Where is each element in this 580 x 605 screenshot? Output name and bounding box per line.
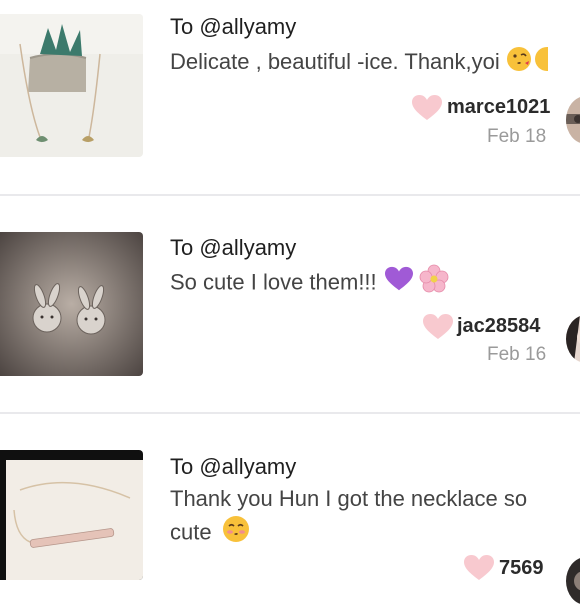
recipient-handle[interactable]: To @allyamy (170, 235, 296, 261)
recipient-handle[interactable]: To @allyamy (170, 14, 296, 40)
commenter-username[interactable]: jac28584 (457, 315, 540, 338)
commenter-username[interactable]: 7569 (499, 557, 544, 580)
kiss-face-icon (506, 46, 532, 81)
heart-icon[interactable] (464, 555, 494, 581)
comment-date: Feb 18 (487, 126, 547, 147)
product-thumbnail[interactable] (0, 14, 143, 157)
avatar[interactable] (566, 557, 580, 605)
smile-face-icon (534, 46, 559, 81)
comment-item: To @allyamy So cute I love them!!! jac28… (0, 196, 580, 414)
comment-text-line-2: cute (170, 515, 250, 552)
commenter-username[interactable]: marce1021 (447, 96, 550, 119)
comment-text: Delicate , beautiful -ice. Thank,yoi (170, 45, 559, 81)
heart-icon[interactable] (423, 314, 453, 340)
comment-text-line-1: Thank you Hun I got the necklace so (170, 486, 528, 511)
avatar[interactable] (566, 315, 580, 363)
kissing-face-icon (222, 515, 250, 552)
purple-heart-icon (384, 266, 413, 301)
comment-message-continued: cute (170, 519, 212, 545)
avatar[interactable] (566, 96, 580, 144)
comment-item: To @allyamy Thank you Hun I got the neck… (0, 414, 580, 605)
recipient-handle[interactable]: To @allyamy (170, 454, 296, 480)
comment-date: Feb 16 (487, 344, 547, 365)
heart-icon[interactable] (412, 95, 442, 121)
comment-message: Delicate , beautiful -ice. Thank,yoi (170, 49, 500, 74)
comment-text: So cute I love them!!! (170, 264, 449, 303)
comment-item: To @allyamy Delicate , beautiful -ice. T… (0, 0, 580, 196)
product-thumbnail[interactable] (0, 232, 143, 376)
product-thumbnail[interactable] (0, 450, 143, 580)
comment-message: So cute I love them!!! (170, 269, 377, 295)
cherry-blossom-icon (419, 264, 449, 303)
